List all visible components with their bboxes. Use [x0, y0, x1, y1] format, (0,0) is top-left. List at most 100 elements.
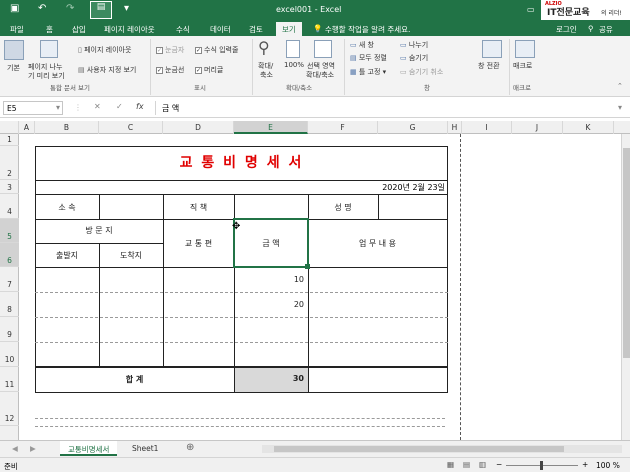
row-header-12[interactable]: 12: [0, 392, 19, 426]
undo-icon[interactable]: ↶: [38, 3, 46, 14]
zoom-100-label[interactable]: 100%: [284, 61, 304, 69]
column-header-h[interactable]: H: [448, 121, 462, 134]
row-header-11[interactable]: 11: [0, 367, 19, 392]
ruler-checkbox[interactable]: ✓ 눈금자: [156, 45, 184, 55]
tab-review[interactable]: 검토: [249, 24, 263, 35]
unhide-button[interactable]: ▭ 숨기기 취소: [400, 67, 443, 77]
fill-handle[interactable]: [305, 264, 310, 269]
row-header-4[interactable]: 4: [0, 194, 19, 219]
column-header-e[interactable]: E: [234, 121, 308, 134]
row-header-10[interactable]: 10: [0, 342, 19, 367]
dept-label: 소 속: [58, 203, 76, 212]
zoom-slider-thumb[interactable]: [540, 461, 543, 470]
next-sheet-icon[interactable]: ▶: [22, 441, 44, 456]
switch-windows-label[interactable]: 창 전환: [478, 61, 500, 71]
tab-view[interactable]: 보기: [276, 22, 302, 36]
zoom-selection-label-2[interactable]: 확대/축소: [306, 70, 334, 80]
enter-icon[interactable]: ✓: [116, 102, 123, 111]
expand-formula-bar-icon[interactable]: ▾: [618, 103, 622, 112]
amount-label[interactable]: 금 액: [234, 238, 308, 249]
ribbon-display-icon[interactable]: ▭: [527, 5, 535, 14]
vertical-scroll-thumb[interactable]: [623, 148, 630, 358]
normal-view-label[interactable]: 기본: [7, 63, 20, 73]
normal-view-icon[interactable]: [4, 40, 24, 60]
gridlines-checkbox[interactable]: ✓ 눈금선: [156, 65, 184, 75]
tab-home[interactable]: 홈: [46, 24, 53, 35]
tab-file[interactable]: 파일: [10, 24, 24, 35]
share-button[interactable]: 공유: [599, 24, 613, 35]
macros-button-label[interactable]: 매크로: [513, 61, 532, 71]
page-break-status-icon[interactable]: ▥: [479, 460, 486, 469]
tell-me-box[interactable]: 수행할 작업을 알려 주세요.: [325, 24, 410, 35]
row-header-6[interactable]: 6: [0, 243, 19, 267]
vertical-scrollbar[interactable]: [621, 134, 630, 440]
column-header-f[interactable]: F: [308, 121, 378, 134]
custom-views-icon: ▤: [78, 66, 87, 74]
name-box[interactable]: E5: [3, 101, 63, 115]
row-header-1[interactable]: 1: [0, 134, 19, 146]
switch-windows-icon[interactable]: [482, 40, 502, 58]
horizontal-scroll-thumb[interactable]: [274, 446, 564, 452]
select-all-corner[interactable]: [0, 121, 19, 134]
headings-label: 머리글: [204, 66, 224, 74]
customize-quick-access-icon[interactable]: ▾: [124, 3, 129, 14]
hide-button[interactable]: ▭ 숨기기: [400, 53, 428, 63]
collapse-ribbon-icon[interactable]: ⌃: [617, 82, 623, 90]
column-header-k[interactable]: K: [563, 121, 614, 134]
group-show: 표시: [194, 84, 206, 92]
column-header-g[interactable]: G: [378, 121, 448, 134]
zoom-selection-icon[interactable]: [314, 40, 332, 58]
new-window-button[interactable]: ▭ 새 창: [350, 40, 374, 50]
zoom-level[interactable]: 100 %: [596, 461, 620, 470]
row-header-9[interactable]: 9: [0, 317, 19, 342]
column-header-c[interactable]: C: [99, 121, 163, 134]
page-break-preview-icon[interactable]: [40, 40, 58, 58]
macros-icon[interactable]: [515, 40, 535, 58]
row-header-2[interactable]: 2: [0, 146, 19, 180]
column-header-a[interactable]: A: [19, 121, 35, 134]
tab-data[interactable]: 데이터: [210, 24, 231, 35]
page-layout-status-icon[interactable]: ▤: [463, 460, 470, 469]
save-icon[interactable]: ▣: [10, 3, 19, 14]
row-header-8[interactable]: 8: [0, 292, 19, 317]
zoom-100-icon[interactable]: [286, 40, 300, 58]
zoom-in-icon[interactable]: +: [582, 460, 588, 469]
login-link[interactable]: 로그인: [556, 24, 577, 35]
custom-views-button[interactable]: ▤ 사용자 지정 보기: [78, 65, 136, 75]
page-layout-view-button[interactable]: ▯ 페이지 레이아웃: [78, 45, 131, 55]
quick-access-print-icon[interactable]: ▤: [90, 1, 112, 19]
column-header-b[interactable]: B: [35, 121, 99, 134]
row-header-5[interactable]: 5: [0, 219, 19, 243]
zoom-out-icon[interactable]: −: [496, 460, 502, 469]
border-line: [99, 194, 100, 219]
sheet-tab-sheet1[interactable]: Sheet1: [124, 441, 166, 456]
redo-icon[interactable]: ↷: [66, 3, 74, 14]
horizontal-scrollbar[interactable]: [262, 445, 622, 453]
row-header-3[interactable]: 3: [0, 180, 19, 194]
tab-insert[interactable]: 삽입: [72, 24, 86, 35]
freeze-panes-button[interactable]: ▦ 틀 고정 ▾: [350, 67, 386, 77]
column-header-j[interactable]: J: [512, 121, 563, 134]
formula-bar-check-icon: ✓: [195, 46, 202, 54]
sheet-tab-transport[interactable]: 교통비명세서: [60, 441, 118, 456]
arrange-all-icon: ▤: [350, 54, 359, 62]
arrange-all-button[interactable]: ▤ 모두 정렬: [350, 53, 387, 63]
insert-function-icon[interactable]: fx: [136, 102, 144, 111]
column-header-d[interactable]: D: [163, 121, 234, 134]
zoom-label-2[interactable]: 축소: [260, 70, 273, 80]
row-header-7[interactable]: 7: [0, 267, 19, 292]
tab-page-layout[interactable]: 페이지 레이아웃: [104, 24, 155, 35]
add-sheet-icon[interactable]: ⊕: [178, 441, 202, 456]
page-break-preview-label-2[interactable]: 기 미리 보기: [28, 71, 65, 81]
column-header-i[interactable]: I: [462, 121, 512, 134]
normal-view-status-icon[interactable]: ▦: [447, 460, 454, 469]
cancel-icon[interactable]: ✕: [94, 102, 101, 111]
sheet-grid[interactable]: 교 통 비 명 세 서 2020년 2월 23일 소 속 직 책 성 명 방 문…: [19, 134, 630, 440]
split-button[interactable]: ▭ 나누기: [400, 40, 428, 50]
formula-input[interactable]: 금 액: [155, 101, 623, 115]
headings-checkbox[interactable]: ✓ 머리글: [195, 65, 223, 75]
name-box-dropdown-icon[interactable]: ▾: [56, 103, 60, 112]
zoom-magnifier-icon[interactable]: ⚲: [258, 38, 270, 57]
formula-bar-checkbox[interactable]: ✓ 수식 입력줄: [195, 45, 238, 55]
tab-formulas[interactable]: 수식: [176, 24, 190, 35]
